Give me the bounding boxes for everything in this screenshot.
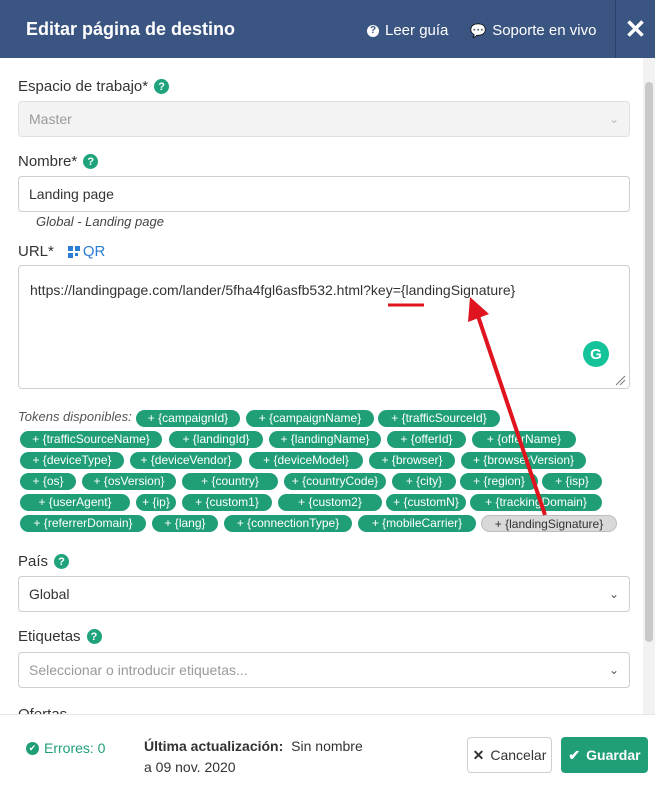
check-circle-icon: ✔ [26, 741, 39, 755]
save-label: Guardar [586, 747, 641, 763]
last-updated-label: Última actualización: [144, 738, 284, 754]
errors-text: Errores: 0 [44, 740, 106, 756]
errors-status: ✔ Errores: 0 [26, 740, 105, 756]
last-updated-by: Sin nombre [291, 738, 363, 754]
modal-footer: ✔ Errores: 0 Última actualización: Sin n… [0, 714, 655, 792]
last-updated: Última actualización: Sin nombre a 09 no… [144, 736, 363, 778]
close-icon: ✕ [472, 746, 485, 763]
last-updated-date: a 09 nov. 2020 [144, 759, 236, 775]
cancel-button[interactable]: ✕ Cancelar [467, 737, 552, 773]
check-icon: ✔ [568, 746, 581, 763]
annotation-overlay [388, 297, 547, 516]
cancel-label: Cancelar [490, 747, 547, 763]
save-button[interactable]: ✔ Guardar [561, 737, 648, 773]
annotation-arrow [476, 315, 547, 516]
